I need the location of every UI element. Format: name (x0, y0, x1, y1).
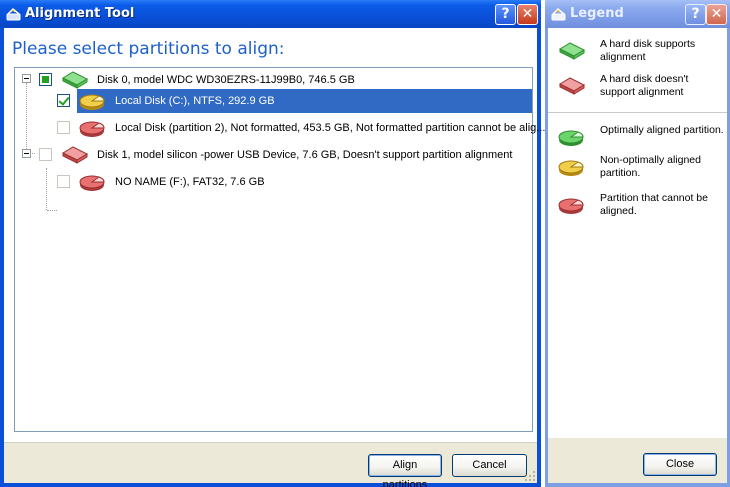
legend-item-text: A hard disk supports alignment (600, 38, 696, 63)
cancel-button[interactable]: Cancel (452, 454, 527, 477)
tree-line (47, 210, 57, 211)
partition-tree[interactable]: Disk 0, model WDC WD30EZRS-11J99B0, 746.… (14, 67, 545, 432)
window-title: Alignment Tool (25, 6, 135, 21)
green-partition-icon (558, 130, 584, 146)
legend-close-window-button[interactable]: ✕ (706, 4, 727, 25)
legend-button-bar: Close (548, 438, 727, 483)
partition-f-checkbox[interactable] (57, 175, 70, 188)
red-partition-icon (79, 175, 105, 191)
green-disk-icon (61, 71, 89, 89)
red-disk-icon (61, 146, 89, 164)
page-title: Please select partitions to align: (12, 39, 285, 59)
legend-item-text: Non-optimally aligned partition. (600, 154, 701, 179)
legend-item-text: Partition that cannot be aligned. (600, 192, 708, 217)
alignment-tool-window: Alignment Tool ? ✕ Please select partiti… (0, 0, 545, 487)
tree-row-label: Local Disk (C:), NTFS, 292.9 GB (115, 95, 275, 107)
close-window-button[interactable]: ✕ (517, 4, 538, 25)
red-partition-icon (558, 198, 584, 214)
red-disk-icon (558, 77, 586, 95)
legend-title: Legend (570, 6, 624, 21)
legend-list: A hard disk supports alignment A hard di… (548, 28, 727, 438)
legend-close-button[interactable]: Close (643, 453, 717, 476)
app-icon (551, 7, 566, 21)
tree-row-label: Disk 0, model WDC WD30EZRS-11J99B0, 746.… (97, 74, 355, 86)
tree-row-partition-2[interactable]: Local Disk (partition 2), Not formatted,… (15, 116, 545, 140)
tree-row-partition-f[interactable]: NO NAME (F:), FAT32, 7.6 GB (15, 170, 532, 194)
legend-item: Non-optimally aligned partition. (548, 154, 727, 184)
align-partitions-button[interactable]: Align partitions (368, 454, 442, 487)
tree-row-disk-1[interactable]: Disk 1, model silicon -power USB Device,… (15, 143, 532, 167)
disk-1-checkbox[interactable] (39, 148, 52, 161)
legend-item: A hard disk doesn't support alignment (548, 73, 727, 103)
yellow-partition-icon (558, 160, 584, 176)
button-bar: Align partitions Cancel (4, 442, 537, 487)
partition-c-checkbox[interactable] (57, 94, 70, 107)
main-client-area: Please select partitions to align: Disk … (4, 28, 545, 487)
partition-2-checkbox[interactable] (57, 121, 70, 134)
legend-item-text: A hard disk doesn't support alignment (600, 73, 689, 98)
tree-row-label: Disk 1, model silicon -power USB Device,… (97, 149, 513, 161)
legend-help-button[interactable]: ? (685, 4, 706, 25)
red-partition-icon (79, 121, 105, 137)
legend-item: Optimally aligned partition. (548, 124, 727, 148)
disk-0-checkbox[interactable] (39, 73, 52, 86)
legend-item: Partition that cannot be aligned. (548, 192, 727, 222)
title-bar[interactable]: Alignment Tool ? ✕ (0, 0, 541, 28)
tree-row-label: NO NAME (F:), FAT32, 7.6 GB (115, 176, 265, 188)
tree-row-label: Local Disk (partition 2), Not formatted,… (115, 122, 546, 134)
selection-panel: Please select partitions to align: Disk … (4, 28, 545, 442)
legend-window: Legend ? ✕ A hard disk supports alignmen… (545, 0, 730, 487)
resize-grip-icon[interactable] (524, 470, 536, 482)
yellow-partition-icon (79, 94, 105, 110)
green-disk-icon (558, 42, 586, 60)
legend-item-text: Optimally aligned partition. (600, 124, 724, 136)
legend-client-area: A hard disk supports alignment A hard di… (548, 28, 727, 483)
legend-title-bar[interactable]: Legend ? ✕ (545, 0, 730, 28)
app-icon (6, 7, 21, 21)
collapse-toggle[interactable] (22, 74, 31, 83)
legend-item: A hard disk supports alignment (548, 38, 727, 68)
help-button[interactable]: ? (495, 4, 516, 25)
legend-divider (548, 112, 727, 113)
tree-row-partition-c[interactable]: Local Disk (C:), NTFS, 292.9 GB (15, 89, 532, 113)
collapse-toggle[interactable] (22, 149, 31, 158)
